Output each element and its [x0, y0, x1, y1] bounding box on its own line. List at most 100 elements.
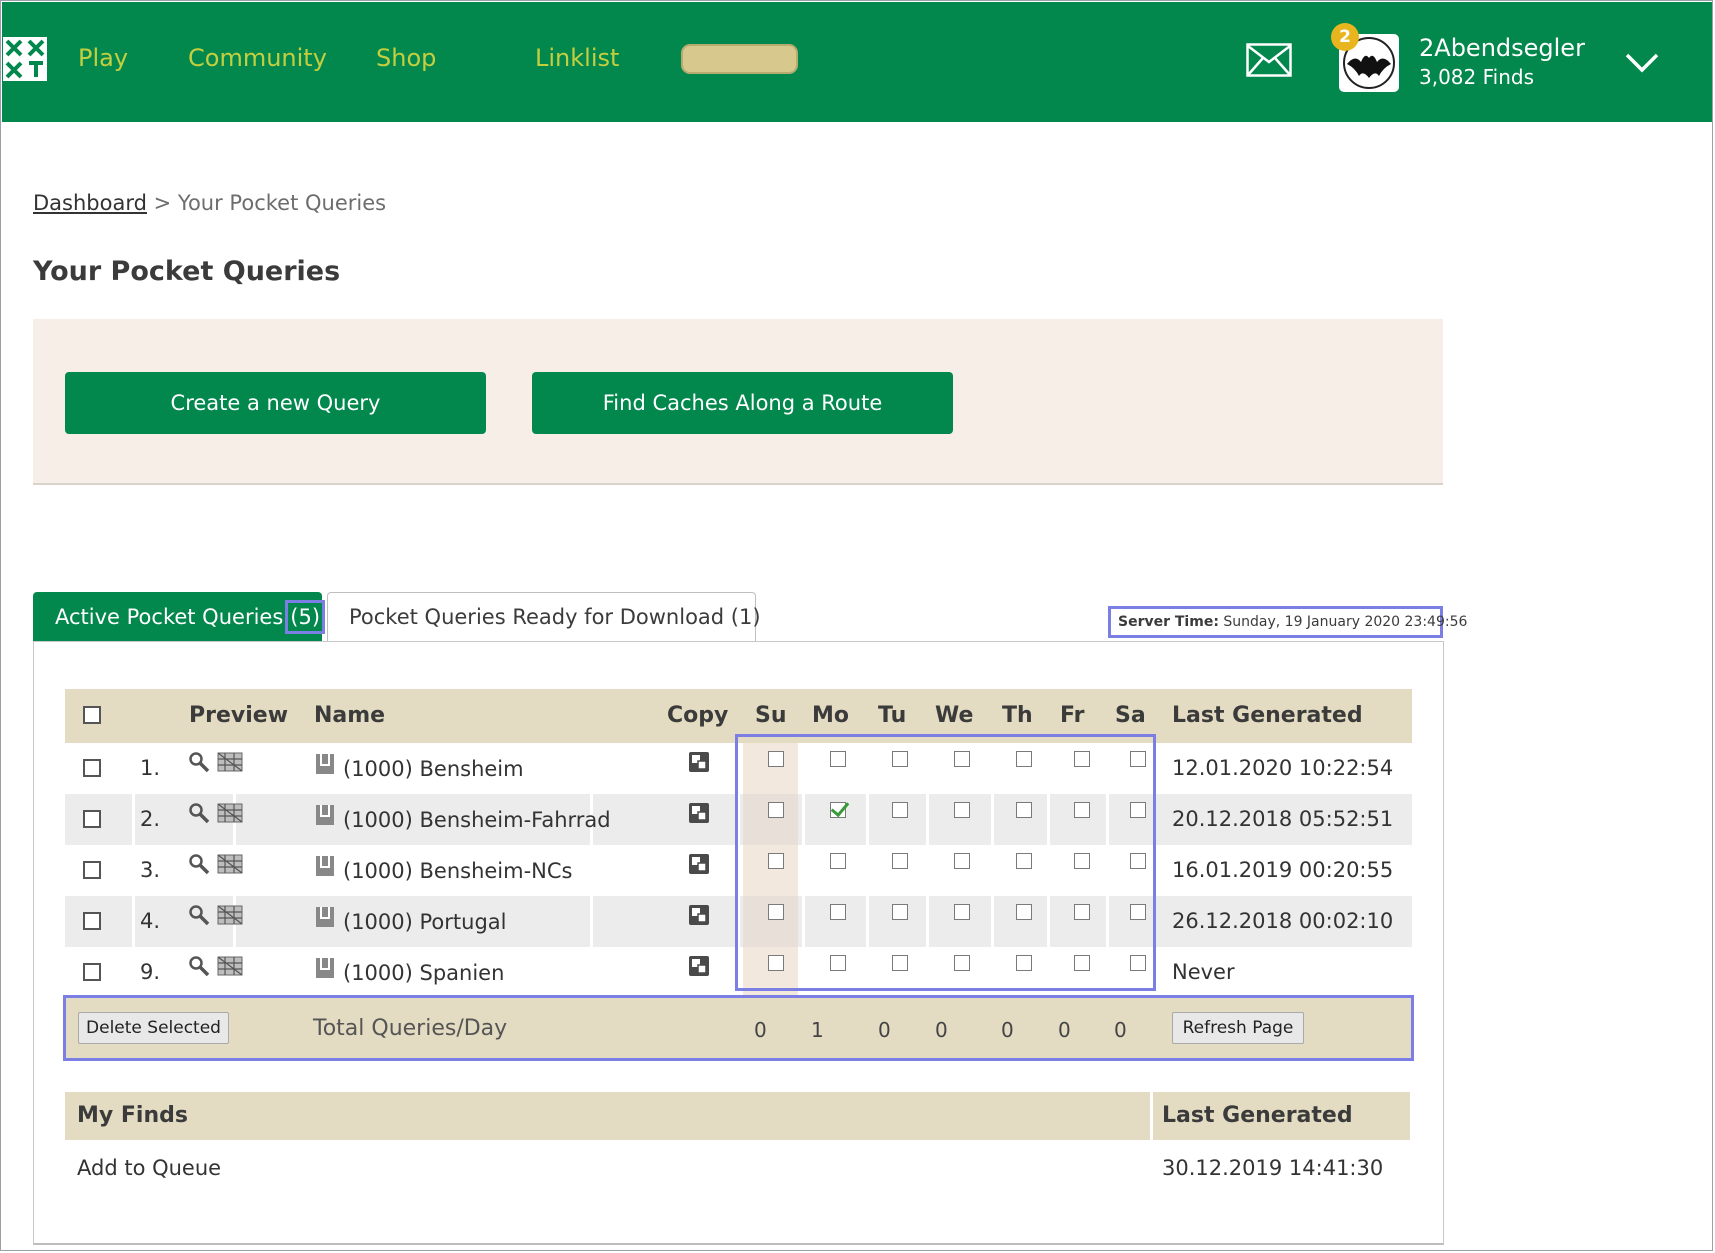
- map-icon[interactable]: [217, 905, 243, 925]
- schedule-we-checkbox[interactable]: [954, 751, 970, 767]
- refresh-page-button[interactable]: Refresh Page: [1172, 1012, 1304, 1044]
- schedule-su-checkbox[interactable]: [768, 853, 784, 869]
- cell-divider: [132, 896, 135, 947]
- find-caches-route-button[interactable]: Find Caches Along a Route: [532, 372, 953, 434]
- magnifier-icon[interactable]: [188, 955, 210, 977]
- map-icon[interactable]: [217, 752, 243, 772]
- magnifier-icon[interactable]: [188, 853, 210, 875]
- delete-selected-button[interactable]: Delete Selected: [78, 1012, 229, 1044]
- schedule-th-checkbox[interactable]: [1016, 802, 1032, 818]
- nav-community[interactable]: Community: [188, 44, 327, 72]
- create-query-button[interactable]: Create a new Query: [65, 372, 486, 434]
- row-number: 9.: [140, 960, 161, 984]
- cell-divider: [802, 794, 805, 845]
- row-select-checkbox[interactable]: [83, 759, 101, 777]
- copy-icon[interactable]: [688, 802, 710, 824]
- header-day-tu: Tu: [878, 703, 907, 728]
- total-we: 0: [935, 1018, 948, 1042]
- pocket-query-icon: [316, 754, 334, 774]
- geocaching-logo-icon[interactable]: [3, 37, 47, 81]
- copy-icon[interactable]: [688, 904, 710, 926]
- nav-linklist[interactable]: Linklist: [535, 44, 619, 72]
- schedule-we-checkbox[interactable]: [954, 955, 970, 971]
- server-time-value: Sunday, 19 January 2020 23:49:56: [1223, 614, 1468, 630]
- schedule-mo-checkbox[interactable]: [830, 853, 846, 869]
- search-pill[interactable]: [681, 44, 798, 74]
- schedule-th-checkbox[interactable]: [1016, 904, 1032, 920]
- row-select-checkbox[interactable]: [83, 810, 101, 828]
- schedule-we-checkbox[interactable]: [954, 802, 970, 818]
- schedule-fr-checkbox[interactable]: [1074, 751, 1090, 767]
- map-icon[interactable]: [217, 803, 243, 823]
- pocket-query-icon: [316, 958, 334, 978]
- row-number: 3.: [140, 858, 161, 882]
- schedule-mo-checkbox[interactable]: [830, 751, 846, 767]
- copy-icon[interactable]: [688, 853, 710, 875]
- map-icon[interactable]: [217, 854, 243, 874]
- header-name: Name: [314, 703, 386, 728]
- row-select-checkbox[interactable]: [83, 861, 101, 879]
- schedule-th-checkbox[interactable]: [1016, 853, 1032, 869]
- schedule-su-checkbox[interactable]: [768, 751, 784, 767]
- total-mo: 1: [811, 1018, 824, 1042]
- copy-icon[interactable]: [688, 751, 710, 773]
- magnifier-icon[interactable]: [188, 751, 210, 773]
- total-th: 0: [1001, 1018, 1014, 1042]
- schedule-sa-checkbox[interactable]: [1130, 853, 1146, 869]
- schedule-tu-checkbox[interactable]: [892, 802, 908, 818]
- schedule-mo-checkbox[interactable]: [830, 904, 846, 920]
- cell-divider: [737, 896, 740, 947]
- cell-divider: [991, 896, 994, 947]
- schedule-we-checkbox[interactable]: [954, 853, 970, 869]
- schedule-su-checkbox[interactable]: [768, 802, 784, 818]
- select-all-checkbox[interactable]: [83, 706, 101, 724]
- schedule-sa-checkbox[interactable]: [1130, 904, 1146, 920]
- schedule-we-checkbox[interactable]: [954, 904, 970, 920]
- tab-active-pocket-queries[interactable]: Active Pocket Queries (5): [33, 592, 326, 642]
- schedule-fr-checkbox[interactable]: [1074, 955, 1090, 971]
- schedule-sa-checkbox[interactable]: [1130, 802, 1146, 818]
- copy-icon[interactable]: [688, 955, 710, 977]
- schedule-mo-checkbox[interactable]: [830, 802, 846, 818]
- map-icon[interactable]: [217, 956, 243, 976]
- cell-divider: [802, 896, 805, 947]
- total-su: 0: [754, 1018, 767, 1042]
- header-day-we: We: [935, 703, 974, 728]
- nav-shop[interactable]: Shop: [376, 44, 436, 72]
- schedule-th-checkbox[interactable]: [1016, 751, 1032, 767]
- magnifier-icon[interactable]: [188, 802, 210, 824]
- row-select-checkbox[interactable]: [83, 912, 101, 930]
- magnifier-icon[interactable]: [188, 904, 210, 926]
- mail-icon[interactable]: [1246, 43, 1292, 77]
- query-name[interactable]: (1000) Spanien: [343, 961, 504, 985]
- username[interactable]: 2Abendsegler: [1419, 34, 1585, 62]
- schedule-fr-checkbox[interactable]: [1074, 853, 1090, 869]
- nav-play[interactable]: Play: [78, 44, 128, 72]
- schedule-su-checkbox[interactable]: [768, 904, 784, 920]
- query-name[interactable]: (1000) Bensheim: [343, 757, 524, 781]
- schedule-tu-checkbox[interactable]: [892, 955, 908, 971]
- schedule-fr-checkbox[interactable]: [1074, 904, 1090, 920]
- add-to-queue-link[interactable]: Add to Queue: [77, 1156, 221, 1180]
- total-fr: 0: [1058, 1018, 1071, 1042]
- schedule-tu-checkbox[interactable]: [892, 751, 908, 767]
- schedule-tu-checkbox[interactable]: [892, 904, 908, 920]
- query-name[interactable]: (1000) Bensheim-Fahrrad: [343, 808, 611, 832]
- schedule-fr-checkbox[interactable]: [1074, 802, 1090, 818]
- schedule-th-checkbox[interactable]: [1016, 955, 1032, 971]
- chevron-down-icon[interactable]: [1624, 50, 1660, 74]
- cell-divider: [926, 794, 929, 845]
- query-name[interactable]: (1000) Portugal: [343, 910, 506, 934]
- breadcrumb-dashboard-link[interactable]: Dashboard: [33, 191, 147, 215]
- server-time: Server Time: Sunday, 19 January 2020 23:…: [1108, 606, 1467, 638]
- my-finds-last-generated: 30.12.2019 14:41:30: [1162, 1156, 1384, 1180]
- schedule-mo-checkbox[interactable]: [830, 955, 846, 971]
- header-day-mo: Mo: [812, 703, 850, 728]
- schedule-tu-checkbox[interactable]: [892, 853, 908, 869]
- schedule-su-checkbox[interactable]: [768, 955, 784, 971]
- row-select-checkbox[interactable]: [83, 963, 101, 981]
- tab-ready-for-download[interactable]: Pocket Queries Ready for Download (1): [327, 592, 761, 642]
- query-name[interactable]: (1000) Bensheim-NCs: [343, 859, 573, 883]
- schedule-sa-checkbox[interactable]: [1130, 751, 1146, 767]
- schedule-sa-checkbox[interactable]: [1130, 955, 1146, 971]
